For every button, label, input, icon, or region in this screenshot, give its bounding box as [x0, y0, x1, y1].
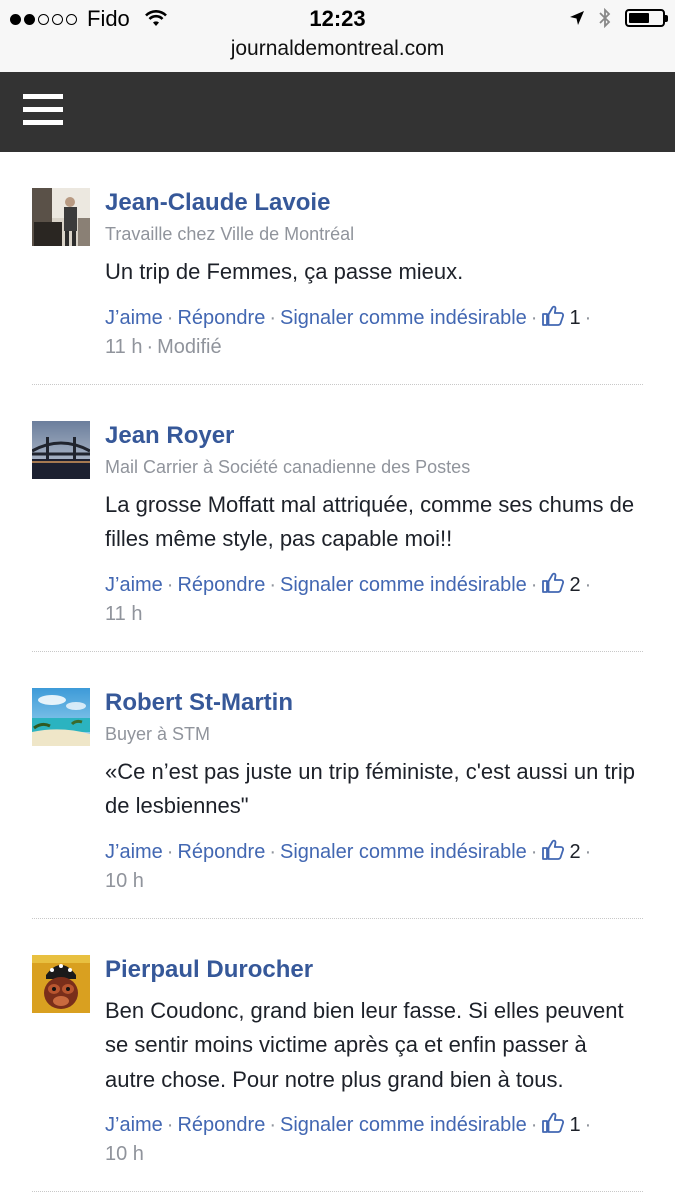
comment-text: «Ce n’est pas juste un trip féministe, c… — [105, 758, 636, 819]
comment-author[interactable]: Robert St-Martin — [105, 687, 643, 719]
separator: · — [530, 573, 538, 596]
thumbs-up-icon[interactable] — [541, 1111, 565, 1135]
avatar[interactable] — [32, 954, 90, 1013]
comment-timestamp[interactable]: 10 h — [105, 870, 144, 892]
hamburger-menu-icon[interactable] — [23, 92, 63, 128]
separator: · — [584, 306, 592, 329]
like-count: 2 — [569, 840, 581, 863]
status-bar: Fido 12:23 journaldemontreal.com — [0, 0, 675, 72]
comment-actions: J’aime · Répondre · Signaler comme indésirab… — [105, 838, 643, 896]
reply-link[interactable]: Répondre — [177, 574, 265, 596]
separator: · — [584, 573, 592, 596]
comment-text: Ben Coudonc, grand bien leur fasse. Si e… — [105, 997, 624, 1092]
like-link[interactable]: J’aime — [105, 1114, 163, 1136]
separator: · — [269, 573, 276, 596]
separator: · — [166, 573, 174, 596]
like-count: 1 — [569, 1114, 581, 1136]
thumbs-up-icon[interactable] — [541, 838, 565, 862]
separator: · — [530, 1114, 538, 1136]
report-spam-link[interactable]: Signaler comme indésirable — [280, 841, 527, 863]
comment-author[interactable]: Pierpaul Durocher — [105, 954, 643, 986]
separator: · — [530, 306, 538, 329]
comment-timestamp[interactable]: 11 h — [105, 336, 142, 358]
separator: · — [269, 1114, 276, 1136]
report-spam-link[interactable]: Signaler comme indésirable — [280, 574, 527, 596]
reply-link[interactable]: Répondre — [177, 841, 265, 863]
separator: · — [269, 840, 276, 863]
like-link[interactable]: J’aime — [105, 307, 163, 329]
reply-link[interactable]: Répondre — [177, 307, 265, 329]
separator: · — [166, 1114, 174, 1136]
edited-label: Modifié — [157, 335, 222, 358]
bluetooth-icon — [599, 8, 611, 28]
comment-item: Robert St-Martin Buyer à STM «Ce n’est p… — [32, 652, 643, 919]
separator: · — [166, 840, 174, 863]
site-header — [0, 72, 675, 152]
report-spam-link[interactable]: Signaler comme indésirable — [280, 307, 527, 329]
separator: · — [584, 840, 592, 863]
location-arrow-icon — [570, 11, 584, 25]
comment-item: Pierpaul Durocher Ben Coudonc, grand bie… — [32, 919, 643, 1192]
comment-item: Jean Royer Mail Carrier à Société canadi… — [32, 385, 643, 652]
comment-actions: J’aime · Répondre · Signaler comme indésirab… — [105, 1111, 643, 1169]
like-link[interactable]: J’aime — [105, 574, 163, 596]
comment-item: Jean-Claude Lavoie Travaille chez Ville … — [32, 152, 643, 385]
comment-list: Jean-Claude Lavoie Travaille chez Ville … — [0, 152, 675, 1192]
battery-icon — [625, 9, 668, 27]
separator: · — [530, 840, 538, 863]
like-count: 2 — [569, 573, 581, 596]
comment-text: La grosse Moffatt mal attriquée, comme s… — [105, 491, 635, 552]
comment-author-job: Travaille chez Ville de Montréal — [105, 224, 355, 244]
avatar[interactable] — [32, 420, 90, 479]
comment-author[interactable]: Jean Royer — [105, 420, 643, 452]
comment-author[interactable]: Jean-Claude Lavoie — [105, 187, 643, 219]
comment-text: Un trip de Femmes, ça passe mieux. — [105, 259, 464, 284]
reply-link[interactable]: Répondre — [177, 1114, 265, 1136]
avatar[interactable] — [32, 687, 90, 746]
thumbs-up-icon[interactable] — [541, 571, 565, 595]
report-spam-link[interactable]: Signaler comme indésirable — [280, 1114, 527, 1136]
comment-timestamp[interactable]: 10 h — [105, 1143, 144, 1165]
comment-actions: J’aime · Répondre · Signaler comme indésirab… — [105, 304, 643, 362]
thumbs-up-icon[interactable] — [541, 304, 565, 328]
separator: · — [146, 335, 154, 358]
avatar[interactable] — [32, 188, 90, 246]
like-count: 1 — [569, 306, 581, 329]
comment-author-job: Buyer à STM — [105, 723, 211, 744]
like-link[interactable]: J’aime — [105, 841, 163, 863]
url-bar[interactable]: journaldemontreal.com — [0, 37, 675, 61]
comment-timestamp[interactable]: 11 h — [105, 603, 142, 625]
separator: · — [166, 306, 174, 329]
comment-actions: J’aime · Répondre · Signaler comme indésirab… — [105, 571, 643, 629]
separator: · — [269, 306, 276, 329]
comment-author-job: Mail Carrier à Société canadienne des Po… — [105, 456, 471, 477]
separator: · — [584, 1114, 592, 1136]
